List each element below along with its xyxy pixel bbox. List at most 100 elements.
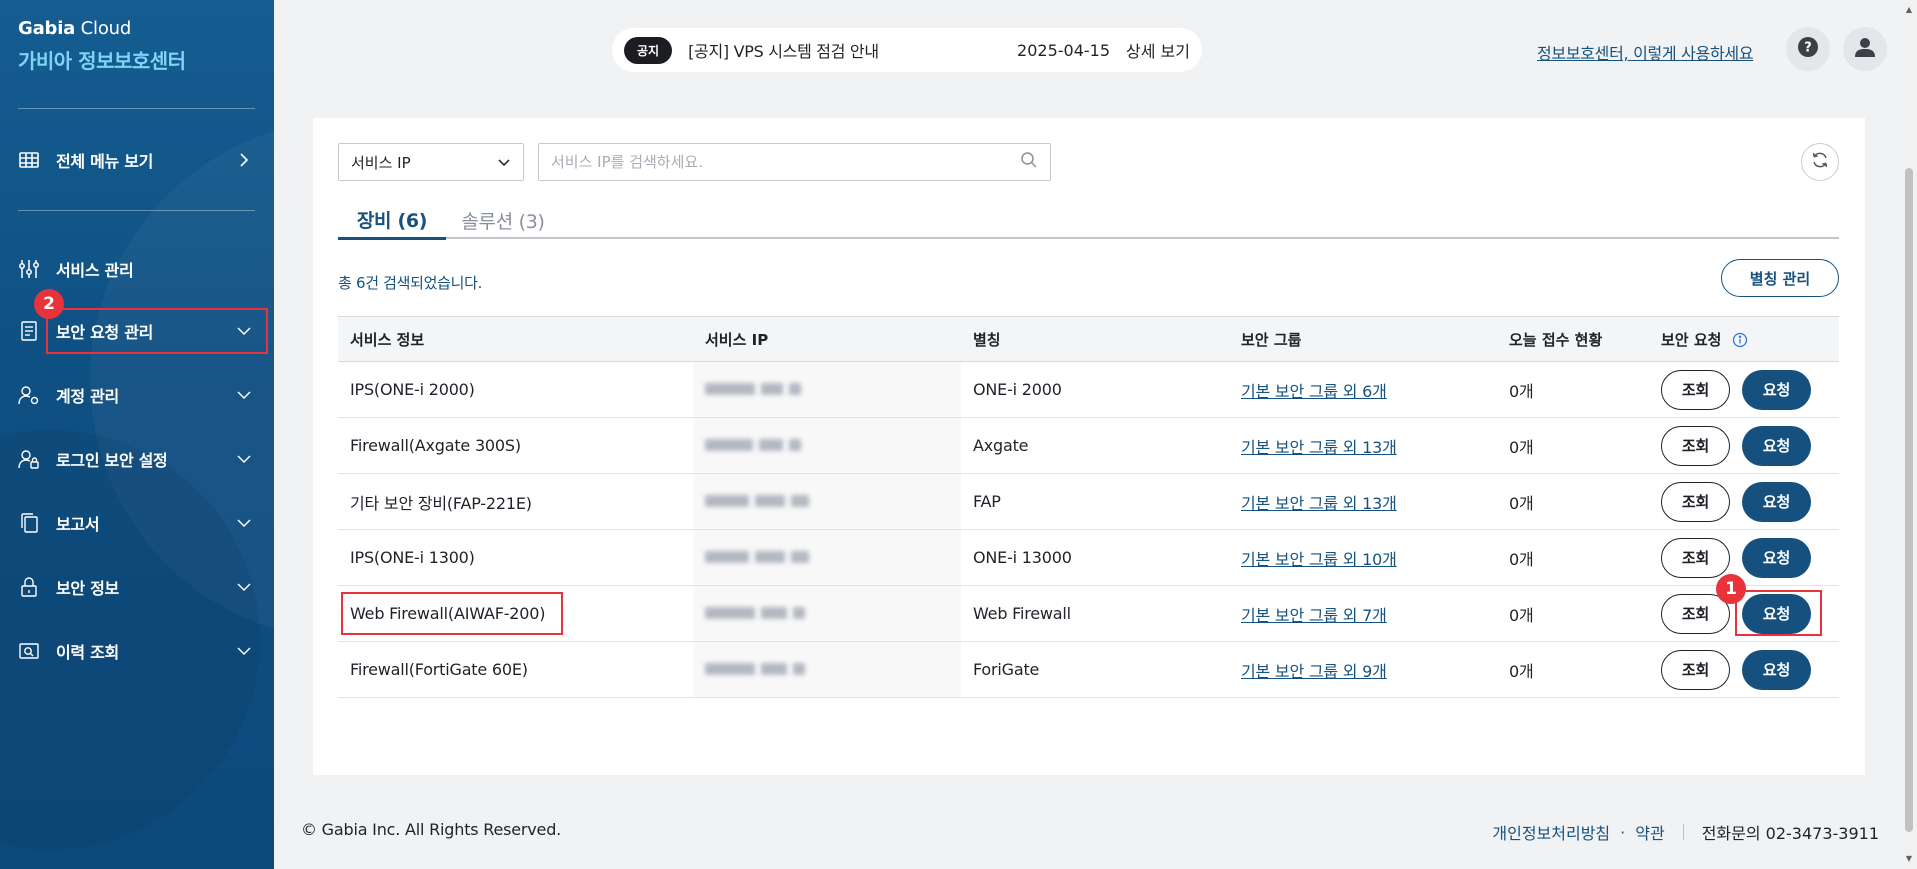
tab-solution[interactable]: 솔루션 (3) [446,201,560,239]
sidebar-item-report[interactable]: 보고서 [18,503,258,543]
action-cell: 조회 요청 [1649,642,1839,698]
request-button[interactable]: 요청 [1742,425,1811,466]
today-count-cell: 0개 [1509,661,1534,681]
security-group-cell: 기본 보안 그룹 외 10개 [1229,530,1497,586]
view-button[interactable]: 조회 [1661,425,1730,466]
chevron-down-icon [236,387,252,403]
user-lock-icon [18,448,40,470]
copy-icon [18,512,40,534]
refresh-icon [1810,150,1830,174]
security-group-cell: 기본 보안 그룹 외 9개 [1229,642,1497,698]
service-ip-cell [693,417,961,474]
request-button[interactable]: 요청 [1742,369,1811,410]
service-info-cell: Firewall(FortiGate 60E) [350,660,528,679]
user-button[interactable] [1843,27,1887,71]
service-info-cell: IPS(ONE-i 2000) [350,380,475,399]
security-group-link[interactable]: 기본 보안 그룹 외 6개 [1241,382,1387,401]
refresh-button[interactable] [1801,143,1839,181]
service-info-cell: Firewall(Axgate 300S) [350,436,521,455]
column-header: 오늘 접수 현황 [1509,330,1603,349]
security-group-link[interactable]: 기본 보안 그룹 외 13개 [1241,438,1397,457]
sidebar-item-label: 로그인 보안 설정 [56,451,168,470]
all-menu-button[interactable]: 전체 메뉴 보기 [18,140,258,180]
request-button[interactable]: 요청 [1742,649,1811,690]
sidebar-item-login-security[interactable]: 로그인 보안 설정 [18,439,258,479]
lock-icon [18,576,40,598]
sidebar-item-label: 보고서 [56,515,100,534]
notice-text[interactable]: [공지] VPS 시스템 점검 안내 [688,38,1017,62]
search-type-select[interactable]: 서비스 IP [338,143,524,181]
equipment-table: 서비스 정보 서비스 IP 별칭 보안 그룹 오늘 접수 현황 보안 요청 IP… [338,316,1839,698]
search-type-value: 서비스 IP [351,153,411,172]
scroll-down-arrow[interactable]: ▼ [1903,852,1915,864]
chevron-down-icon [236,515,252,531]
result-count-text: 총 6건 검색되었습니다. [338,274,483,292]
info-icon[interactable] [1732,332,1748,348]
view-button[interactable]: 조회 [1661,649,1730,690]
masked-ip [705,495,809,507]
highlight-box-web-firewall [341,592,563,635]
chevron-right-icon [236,152,252,168]
search-input[interactable] [551,153,1020,171]
sidebar-item-label: 보안 정보 [56,579,119,598]
view-button[interactable]: 조회 [1661,369,1730,410]
sidebar-item-account[interactable]: 계정 관리 [18,375,258,415]
service-ip-cell [693,529,961,586]
sidebar-item-security-info[interactable]: 보안 정보 [18,567,258,607]
today-count-cell: 0개 [1509,437,1534,457]
sidebar-item-service-management[interactable]: 서비스 관리 [18,249,258,289]
brand-subtitle: 가비아 정보보호센터 [18,49,186,73]
masked-ip [705,551,809,563]
brand-logo: Gabia Cloud [18,18,132,39]
scroll-up-arrow[interactable]: ▲ [1903,3,1915,15]
column-header: 별칭 [973,330,1001,349]
masked-ip [705,439,801,451]
action-cell: 조회 요청 [1649,474,1839,530]
sidebar-item-label: 계정 관리 [56,387,119,406]
security-group-cell: 기본 보안 그룹 외 7개 [1229,586,1497,642]
scrollbar-thumb[interactable] [1905,168,1913,832]
chevron-down-icon [236,643,252,659]
notice-tag: 공지 [624,36,673,64]
highlight-box-request-button [1735,590,1822,636]
privacy-policy-link[interactable]: 개인정보처리방침 [1492,820,1610,844]
masked-ip [705,663,805,675]
highlight-box-security-request [46,308,268,354]
help-button[interactable]: ? [1786,27,1830,71]
today-count-cell: 0개 [1509,549,1534,569]
svg-text:?: ? [1804,41,1812,56]
request-button[interactable]: 요청 [1742,537,1811,578]
notice-detail-link[interactable]: 상세 보기 [1126,38,1190,62]
sidebar: Gabia Cloud 가비아 정보보호센터 전체 메뉴 보기 서비스 관리 보… [0,0,274,869]
table-row: Web Firewall(AIWAF-200) Web Firewall 기본 … [338,585,1839,642]
security-group-link[interactable]: 기본 보안 그룹 외 7개 [1241,606,1387,625]
footer-dot: · [1620,822,1626,842]
column-header-security-request: 보안 요청 [1649,317,1839,362]
tab-equipment[interactable]: 장비 (6) [338,201,446,240]
security-group-link[interactable]: 기본 보안 그룹 외 13개 [1241,494,1397,513]
guide-link[interactable]: 정보보호센터, 이렇게 사용하세요 [1537,40,1754,64]
security-group-link[interactable]: 기본 보안 그룹 외 9개 [1241,662,1387,681]
alias-cell: Web Firewall [973,604,1071,623]
alias-cell: Axgate [973,436,1029,455]
service-ip-cell [693,473,961,530]
table-row: Firewall(Axgate 300S) Axgate 기본 보안 그룹 외 … [338,417,1839,474]
sidebar-item-history[interactable]: 이력 조회 [18,631,258,671]
action-cell: 조회 요청 [1649,530,1839,586]
alias-cell: ONE-i 2000 [973,380,1062,399]
alias-cell: ONE-i 13000 [973,548,1072,567]
view-button[interactable]: 조회 [1661,537,1730,578]
brand[interactable]: Gabia Cloud 가비아 정보보호센터 [18,18,186,74]
search-icon[interactable] [1020,151,1038,173]
terms-link[interactable]: 약관 [1635,820,1664,844]
column-header: 서비스 IP [705,330,769,349]
security-group-cell: 기본 보안 그룹 외 13개 [1229,418,1497,474]
sidebar-item-label: 이력 조회 [56,643,119,662]
today-count-cell: 0개 [1509,605,1534,625]
alias-management-button[interactable]: 별칭 관리 [1721,259,1839,297]
security-group-link[interactable]: 기본 보안 그룹 외 10개 [1241,550,1397,569]
view-button[interactable]: 조회 [1661,481,1730,522]
service-info-cell: IPS(ONE-i 1300) [350,548,475,567]
search-history-icon [18,640,40,662]
request-button[interactable]: 요청 [1742,481,1811,522]
